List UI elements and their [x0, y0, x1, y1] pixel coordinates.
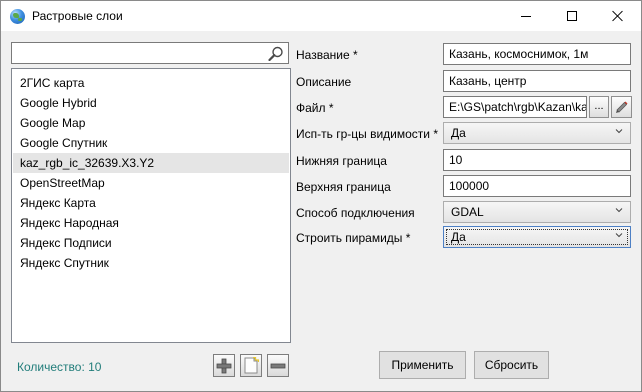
- pyramids-select[interactable]: Да: [443, 226, 631, 248]
- visibility-label: Исп-ть гр-цы видимости *: [296, 127, 438, 141]
- file-path-field[interactable]: E:\GS\patch\rgb\Kazan\ka: [443, 96, 587, 118]
- raster-layers-window: Растровые слои 2ГИС карта Google Hybrid …: [0, 0, 642, 392]
- lower-bound-label: Нижняя граница: [296, 154, 387, 168]
- name-label: Название *: [296, 48, 358, 62]
- list-item[interactable]: Яндекс Спутник: [13, 253, 289, 273]
- list-item[interactable]: Яндекс Карта: [13, 193, 289, 213]
- upper-bound-field[interactable]: 100000: [443, 175, 631, 197]
- minimize-icon: [521, 15, 531, 17]
- list-item[interactable]: Google Map: [13, 113, 289, 133]
- search-input[interactable]: [12, 43, 262, 63]
- description-field[interactable]: Казань, центр: [443, 70, 631, 92]
- close-button[interactable]: [595, 1, 641, 31]
- layer-list[interactable]: 2ГИС карта Google Hybrid Google Map Goog…: [11, 68, 291, 343]
- description-label: Описание: [296, 75, 352, 89]
- minus-icon: [270, 363, 286, 368]
- minimize-button[interactable]: [503, 1, 549, 31]
- browse-button[interactable]: ...: [589, 96, 609, 118]
- pencil-icon: [616, 101, 628, 113]
- plus-icon: [216, 358, 232, 373]
- list-item[interactable]: Яндекс Подписи: [13, 233, 289, 253]
- chevron-down-icon: [615, 129, 623, 134]
- pyramids-label: Строить пирамиды *: [296, 231, 411, 245]
- new-document-icon: [244, 357, 259, 374]
- search-icon[interactable]: [268, 46, 284, 61]
- visibility-select[interactable]: Да: [443, 122, 631, 144]
- file-label: Файл *: [296, 101, 334, 115]
- maximize-button[interactable]: [549, 1, 595, 31]
- layer-count: Количество: 10: [17, 360, 102, 374]
- list-item[interactable]: 2ГИС карта: [13, 73, 289, 93]
- chevron-down-icon: [615, 208, 623, 213]
- connection-label: Способ подключения: [296, 206, 415, 220]
- list-item-selected[interactable]: kaz_rgb_ic_32639.X3.Y2: [13, 153, 289, 173]
- close-icon: [612, 10, 624, 22]
- edit-file-button[interactable]: [611, 96, 632, 118]
- chevron-down-icon: [615, 233, 623, 238]
- connection-select[interactable]: GDAL: [443, 201, 631, 223]
- window-title: Растровые слои: [32, 9, 123, 23]
- apply-button[interactable]: Применить: [379, 351, 466, 379]
- globe-icon: [10, 9, 25, 24]
- lower-bound-field[interactable]: 10: [443, 149, 631, 171]
- remove-layer-button[interactable]: [267, 354, 289, 377]
- list-item[interactable]: Google Спутник: [13, 133, 289, 153]
- visibility-value: Да: [451, 126, 466, 140]
- name-field[interactable]: Казань, космоснимок, 1м: [443, 43, 631, 65]
- list-item[interactable]: OpenStreetMap: [13, 173, 289, 193]
- title-bar: Растровые слои: [1, 1, 641, 31]
- connection-value: GDAL: [451, 205, 484, 219]
- upper-bound-label: Верхняя граница: [296, 180, 391, 194]
- add-layer-button[interactable]: [213, 354, 235, 377]
- search-field[interactable]: [11, 42, 289, 64]
- new-layer-button[interactable]: [240, 354, 262, 377]
- focus-ring: [446, 229, 628, 245]
- list-item[interactable]: Google Hybrid: [13, 93, 289, 113]
- list-item[interactable]: Яндекс Народная: [13, 213, 289, 233]
- maximize-icon: [567, 11, 577, 21]
- reset-button[interactable]: Сбросить: [474, 351, 549, 379]
